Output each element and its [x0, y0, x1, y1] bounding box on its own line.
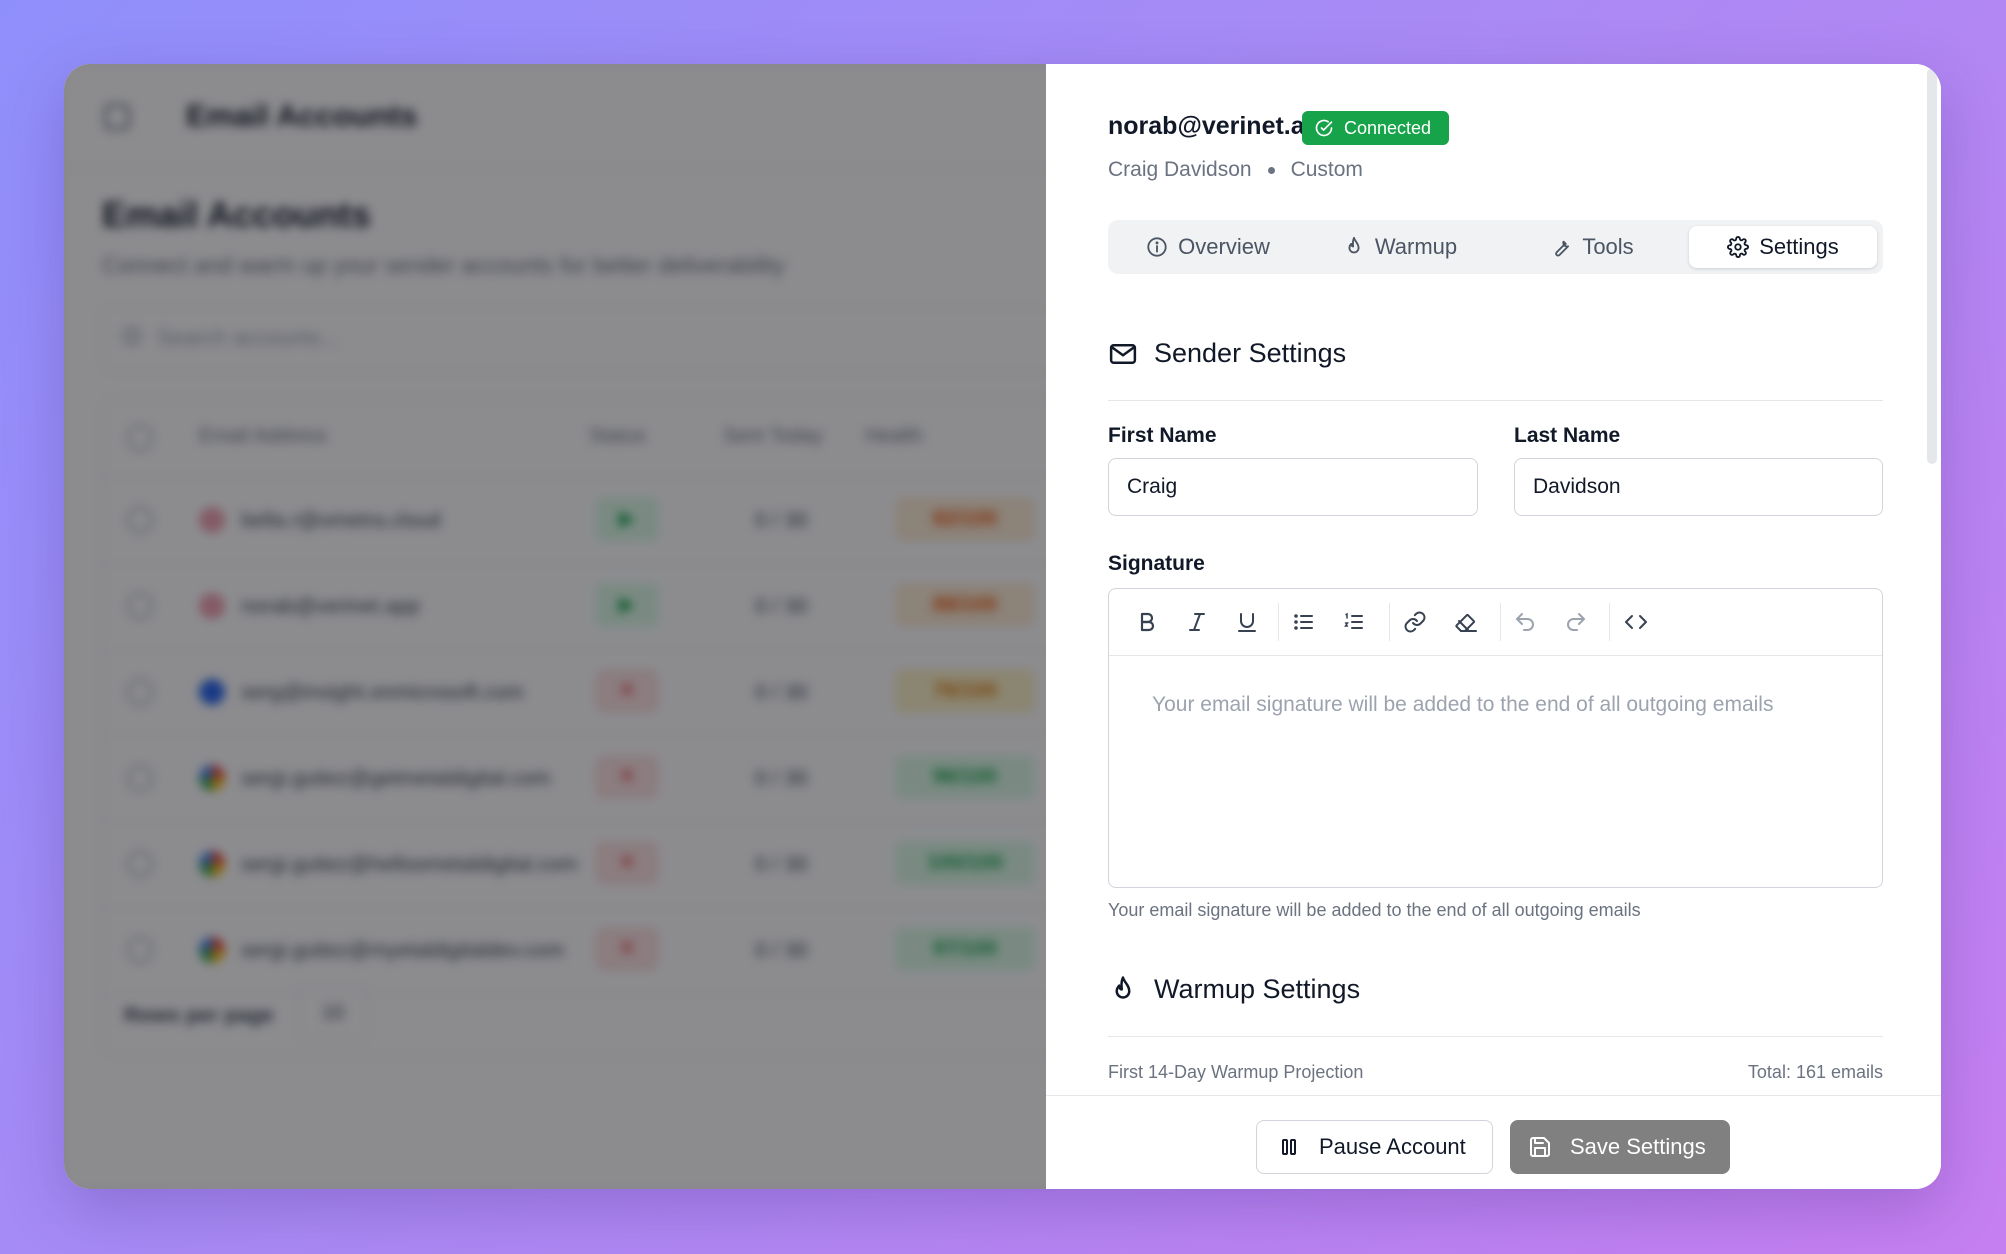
- warmup-settings-heading: Warmup Settings: [1108, 974, 1360, 1005]
- info-icon: [1147, 237, 1167, 257]
- undo-icon: [1516, 613, 1534, 631]
- bold-button[interactable]: [1130, 605, 1164, 639]
- tab-warmup[interactable]: Warmup: [1306, 226, 1494, 268]
- section-divider: [1108, 400, 1883, 401]
- projection-label: First 14-Day Warmup Projection: [1108, 1062, 1364, 1082]
- italic-button[interactable]: [1180, 605, 1214, 639]
- account-drawer: norab@verinet.app Connected Craig Davids…: [1046, 64, 1941, 1189]
- pause-icon: [1282, 1139, 1296, 1155]
- status-badge-label: Connected: [1344, 118, 1432, 138]
- underline-button[interactable]: [1230, 605, 1264, 639]
- tab-tools[interactable]: Tools: [1498, 226, 1686, 268]
- underline-icon: [1238, 613, 1256, 632]
- link-button[interactable]: [1398, 605, 1432, 639]
- status-badge: Connected: [1302, 111, 1450, 145]
- first-name-input[interactable]: [1108, 458, 1478, 516]
- bold-icon: [1140, 612, 1155, 632]
- last-name-label: Last Name: [1514, 424, 1621, 447]
- save-icon: [1530, 1137, 1550, 1157]
- redo-button[interactable]: [1559, 605, 1593, 639]
- scrollbar-thumb[interactable]: [1927, 68, 1937, 464]
- italic-icon: [1189, 613, 1205, 631]
- signature-editor: Your email signature will be added to th…: [1108, 588, 1883, 888]
- drawer-scrollbar[interactable]: [1923, 64, 1941, 1095]
- tab-label: Settings: [1759, 234, 1839, 259]
- mail-icon: [1109, 343, 1137, 364]
- sender-settings-heading: Sender Settings: [1108, 338, 1346, 369]
- signature-helper-text: Your email signature will be added to th…: [1108, 900, 1641, 920]
- save-settings-label: Save Settings: [1570, 1134, 1706, 1159]
- undo-button[interactable]: [1508, 605, 1542, 639]
- separator-dot: [1267, 166, 1275, 174]
- app-window: Email Accounts Email Accounts Connect an…: [64, 64, 1941, 1189]
- gear-icon: [1727, 236, 1750, 258]
- code-icon: [1625, 615, 1647, 629]
- bullet-list-button[interactable]: [1287, 605, 1321, 639]
- tab-settings[interactable]: Settings: [1689, 226, 1877, 268]
- toolbar-separator: [1500, 603, 1501, 641]
- numbered-list-button[interactable]: [1337, 605, 1371, 639]
- last-name-input[interactable]: [1514, 458, 1883, 516]
- toolbar-separator: [1609, 603, 1610, 641]
- flame-icon: [1115, 975, 1131, 999]
- pause-account-button[interactable]: Pause Account: [1256, 1120, 1493, 1174]
- section-title: Sender Settings: [1154, 338, 1347, 368]
- pause-account-label: Pause Account: [1319, 1134, 1466, 1159]
- modal-overlay[interactable]: [64, 64, 1046, 1189]
- flame-icon: [1348, 236, 1360, 254]
- save-settings-button[interactable]: Save Settings: [1510, 1120, 1730, 1174]
- drawer-footer: Pause Account Save Settings: [1046, 1095, 1941, 1189]
- tab-label: Overview: [1178, 234, 1270, 259]
- clear-format-button[interactable]: [1449, 605, 1483, 639]
- account-type: Custom: [1290, 158, 1363, 181]
- toolbar-separator: [1278, 603, 1279, 641]
- first-name-label: First Name: [1108, 424, 1217, 447]
- account-meta: Craig Davidson Custom: [1108, 158, 1363, 182]
- link-icon: [1404, 611, 1426, 633]
- drawer-tabs: Overview Warmup Tools Settings: [1108, 220, 1883, 274]
- projection-total: Total: 161 emails: [1747, 1062, 1883, 1082]
- redo-icon: [1567, 613, 1585, 631]
- eraser-icon: [1455, 614, 1477, 632]
- signature-placeholder[interactable]: Your email signature will be added to th…: [1152, 693, 1773, 717]
- wrench-icon: [1555, 240, 1570, 257]
- section-divider: [1108, 1036, 1883, 1037]
- check-circle-icon: [1315, 119, 1333, 137]
- toolbar-separator: [1389, 603, 1390, 641]
- account-owner: Craig Davidson: [1108, 158, 1252, 181]
- editor-toolbar: [1109, 589, 1882, 656]
- code-view-button[interactable]: [1619, 605, 1653, 639]
- section-title: Warmup Settings: [1154, 974, 1361, 1004]
- bullet-list-icon: [1294, 614, 1313, 630]
- numbered-list-icon: [1344, 612, 1363, 629]
- tab-label: Tools: [1582, 234, 1634, 259]
- tab-label: Warmup: [1374, 234, 1458, 259]
- tab-overview[interactable]: Overview: [1114, 226, 1302, 268]
- signature-label: Signature: [1108, 552, 1205, 575]
